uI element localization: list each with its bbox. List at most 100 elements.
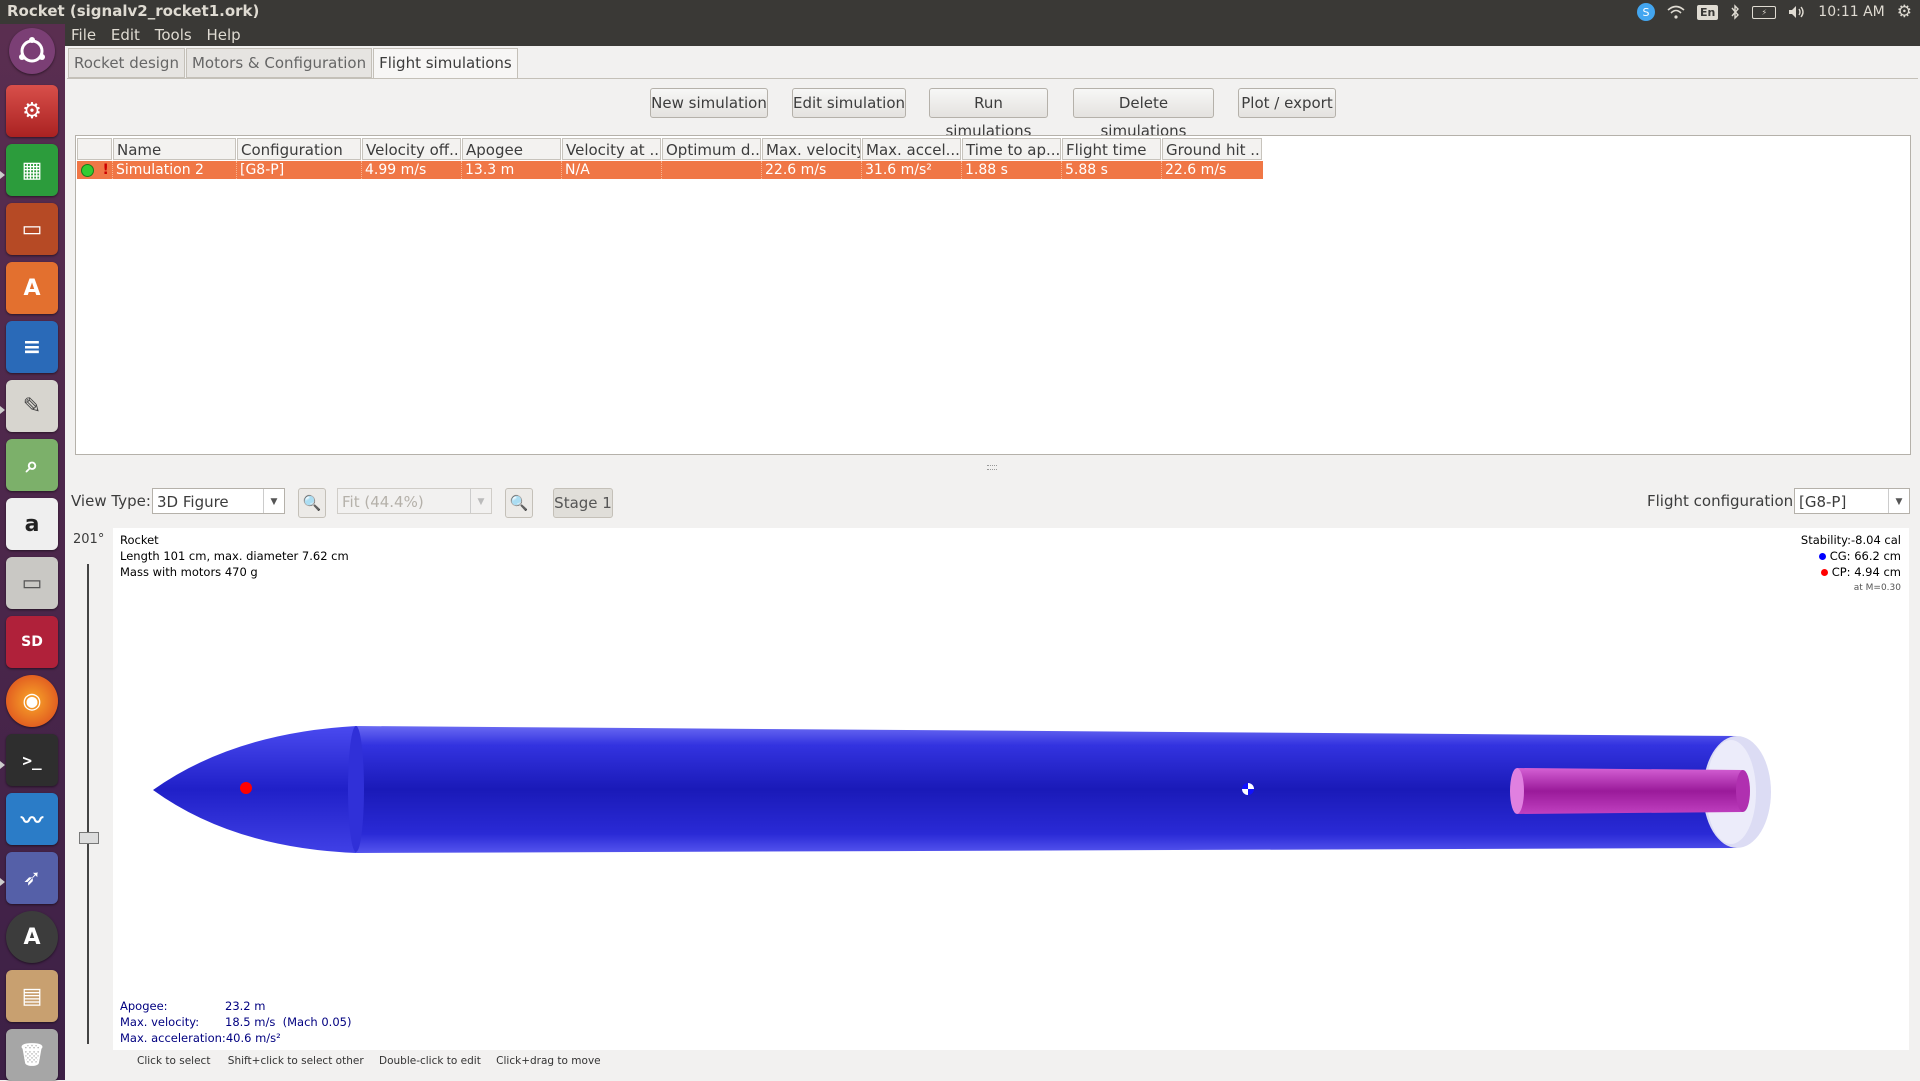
gear-icon[interactable]: ⚙ xyxy=(1897,2,1912,22)
hint-move: Click+drag to move xyxy=(496,1055,601,1067)
table-row[interactable]: ! Simulation 2 [G8-P] 4.99 m/s 13.3 m N/… xyxy=(77,161,1263,179)
running-indicator xyxy=(0,878,5,886)
zoom-in-button[interactable]: 🔍 xyxy=(505,488,533,518)
software-updater-icon[interactable]: A xyxy=(6,911,58,963)
column-header-time-to-apogee[interactable]: Time to ap... xyxy=(962,138,1061,160)
disk-drive-icon[interactable]: ▭ xyxy=(6,557,58,609)
rocket-3d-figure[interactable]: Rocket Length 101 cm, max. diameter 7.62… xyxy=(113,528,1909,1050)
stage-1-toggle[interactable]: Stage 1 xyxy=(553,488,613,518)
running-indicator xyxy=(0,406,5,414)
menu-edit[interactable]: Edit xyxy=(111,26,140,44)
hint-bar: Click to select Shift+click to select ot… xyxy=(137,1055,601,1067)
column-header-velocity-at-deployment[interactable]: Velocity at ... xyxy=(562,138,661,160)
motor-front xyxy=(1510,768,1524,814)
dash-home-icon[interactable] xyxy=(9,28,55,74)
hint-select: Click to select xyxy=(137,1055,211,1067)
rotation-slider-handle[interactable] xyxy=(79,832,99,844)
delete-simulations-button[interactable]: Delete simulations xyxy=(1073,88,1214,140)
edit-simulation-button[interactable]: Edit simulation xyxy=(792,88,906,118)
view-type-label: View Type: xyxy=(71,492,151,510)
apogee-value: 23.2 m xyxy=(225,999,266,1013)
chevron-down-icon: ▼ xyxy=(1888,489,1909,513)
zoom-out-button[interactable]: 🔍 xyxy=(298,488,326,518)
view-type-select[interactable]: 3D Figure ▼ xyxy=(152,488,285,514)
menu-file[interactable]: File xyxy=(71,26,96,44)
firefox-icon[interactable]: ◉ xyxy=(6,675,58,727)
nose-cone-shoulder xyxy=(348,726,364,852)
chevron-down-icon: ▼ xyxy=(263,489,284,513)
zoom-out-icon: 🔍 xyxy=(302,494,322,512)
motor-tube[interactable] xyxy=(1517,768,1743,814)
libreoffice-impress-icon[interactable]: ▭ xyxy=(6,203,58,255)
hint-select-other: Shift+click to select other xyxy=(227,1055,364,1067)
volume-icon[interactable] xyxy=(1788,5,1806,19)
max-velocity-value: 18.5 m/s (Mach 0.05) xyxy=(225,1015,352,1029)
cp-marker xyxy=(240,782,252,794)
keyboard-layout-indicator[interactable]: En xyxy=(1696,4,1719,20)
bluetooth-icon[interactable] xyxy=(1730,4,1740,20)
cell-apogee: 13.3 m xyxy=(462,161,562,179)
cell-velocity-off-rod: 4.99 m/s xyxy=(362,161,462,179)
column-header-velocity-off-rod[interactable]: Velocity off... xyxy=(362,138,461,160)
cell-max-acceleration: 31.6 m/s² xyxy=(862,161,962,179)
column-header-max-velocity[interactable]: Max. velocity xyxy=(762,138,861,160)
status-ok-icon xyxy=(81,163,94,177)
launcher: ⚙ ▦ ▭ A ≡ ✎ ⌕ a ▭ SD ◉ >_ 〰 ➶ A ▤ 🗑 xyxy=(0,24,65,1081)
rotation-slider-area: 201° xyxy=(70,528,112,1050)
terminal-icon[interactable]: >_ xyxy=(6,734,58,786)
column-header-status[interactable] xyxy=(77,138,112,160)
cell-name: Simulation 2 xyxy=(113,161,237,179)
column-header-configuration[interactable]: Configuration xyxy=(237,138,361,160)
zoom-select[interactable]: Fit (44.4%) ▼ xyxy=(337,488,492,514)
rotation-slider-track[interactable] xyxy=(87,564,89,1044)
nose-cone[interactable] xyxy=(153,726,356,853)
flight-configuration-select[interactable]: [G8-P] ▼ xyxy=(1794,488,1910,514)
libreoffice-writer-icon[interactable]: ≡ xyxy=(6,321,58,373)
cg-marker xyxy=(1242,783,1254,795)
status-cell: ! xyxy=(77,161,113,179)
run-simulations-button[interactable]: Run simulations xyxy=(929,88,1048,140)
clock[interactable]: 10:11 AM xyxy=(1818,4,1884,20)
software-center-icon[interactable]: A xyxy=(6,262,58,314)
column-header-optimum-delay[interactable]: Optimum d... xyxy=(662,138,761,160)
flight-configuration-label: Flight configuration: xyxy=(1647,492,1799,510)
apogee-label: Apogee: xyxy=(120,999,168,1013)
tab-rocket-design[interactable]: Rocket design xyxy=(68,48,185,78)
menu-tools[interactable]: Tools xyxy=(155,26,192,44)
cell-configuration: [G8-P] xyxy=(237,161,362,179)
wifi-icon[interactable] xyxy=(1667,5,1685,19)
openrocket-icon[interactable]: ➶ xyxy=(6,852,58,904)
trash-icon[interactable]: 🗑 xyxy=(6,1029,58,1081)
column-header-name[interactable]: Name xyxy=(113,138,236,160)
skype-icon[interactable]: S xyxy=(1636,3,1655,21)
zoom-value: Fit (44.4%) xyxy=(342,493,424,511)
map-viewer-icon[interactable]: ⌕ xyxy=(6,439,58,491)
split-pane-divider[interactable] xyxy=(67,465,1918,470)
simulation-table[interactable]: Name Configuration Velocity off... Apoge… xyxy=(75,135,1911,455)
text-editor-icon[interactable]: ✎ xyxy=(6,380,58,432)
max-acceleration-label: Max. acceleration: xyxy=(120,1031,226,1045)
file-manager-icon[interactable]: ▤ xyxy=(6,970,58,1022)
tab-flight-simulations[interactable]: Flight simulations xyxy=(373,48,518,79)
column-header-ground-hit-velocity[interactable]: Ground hit ... xyxy=(1162,138,1262,160)
top-panel: Rocket (signalv2_rocket1.ork) S En ⚡ 10:… xyxy=(0,0,1920,24)
column-header-flight-time[interactable]: Flight time xyxy=(1062,138,1161,160)
cell-max-velocity: 22.6 m/s xyxy=(762,161,862,179)
rocket-drawing[interactable] xyxy=(113,528,1909,1050)
sd-card-icon[interactable]: SD xyxy=(6,616,58,668)
tab-motors-configuration[interactable]: Motors & Configuration xyxy=(185,48,373,78)
column-header-max-acceleration[interactable]: Max. accel... xyxy=(862,138,961,160)
zoom-in-icon: 🔍 xyxy=(509,494,529,512)
plot-export-button[interactable]: Plot / export xyxy=(1238,88,1336,118)
system-settings-icon[interactable]: ⚙ xyxy=(6,85,58,137)
libreoffice-calc-icon[interactable]: ▦ xyxy=(6,144,58,196)
menu-help[interactable]: Help xyxy=(206,26,240,44)
tab-bar: Rocket design Motors & Configuration Fli… xyxy=(68,48,519,79)
system-monitor-icon[interactable]: 〰 xyxy=(6,793,58,845)
battery-icon[interactable]: ⚡ xyxy=(1752,5,1777,19)
amazon-icon[interactable]: a xyxy=(6,498,58,550)
cell-ground-hit-velocity: 22.6 m/s xyxy=(1165,162,1227,178)
new-simulation-button[interactable]: New simulation xyxy=(650,88,768,118)
cell-time-to-apogee: 1.88 s xyxy=(962,161,1062,179)
column-header-apogee[interactable]: Apogee xyxy=(462,138,561,160)
